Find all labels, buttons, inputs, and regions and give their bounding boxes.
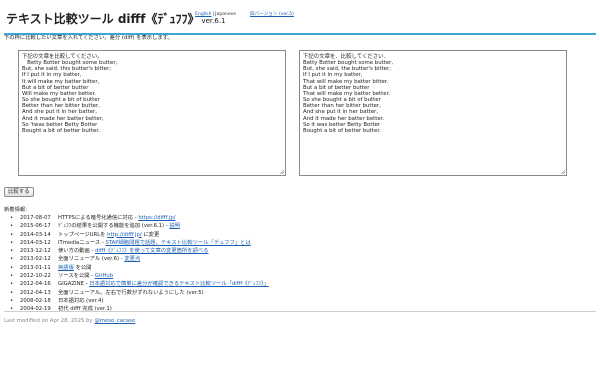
bullet-icon: •: [10, 273, 14, 280]
news-date: 2014-03-14: [20, 231, 51, 238]
news-date: 2013-12-12: [20, 248, 51, 255]
english-link[interactable]: English: [195, 12, 212, 17]
left-text-content: 下記の文章を比較してください。 Betty Botter bought some…: [22, 54, 118, 134]
news-text: GIGAZINE -: [58, 281, 90, 288]
bullet-icon: •: [10, 256, 14, 263]
news-link[interactable]: 英語版: [58, 265, 74, 271]
news-link[interactable]: difff《ﾃﾞｭﾌﾌ》を使って文章の変更箇所を調べる: [95, 248, 208, 254]
resize-grip-icon[interactable]: [280, 170, 284, 174]
bullet-icon: •: [10, 239, 14, 246]
news-text: ソースを公開 -: [58, 273, 95, 280]
news-link[interactable]: https://difff.jp/: [138, 215, 175, 221]
news-item: • 2008-02-18 日本語対応 (ver.4): [10, 297, 269, 305]
news-item: • 2012-04-16 GIGAZINE - 日本語対応で簡単に差分が確認できるテ…: [10, 280, 269, 288]
page-title: テキスト比較ツール difff《ﾃﾞｭﾌﾌ》 ver.6.1: [6, 10, 226, 27]
news-item: • 2012-10-22 ソースを公開 - GitHub: [10, 272, 269, 280]
news-after: に変更: [141, 231, 160, 238]
news-link[interactable]: 変更点: [124, 256, 140, 262]
news-text: 全面リニューアル (ver.6) -: [58, 256, 125, 263]
page-header: テキスト比較ツール difff《ﾃﾞｭﾌﾌ》 ver.6.1 English|Ja…: [4, 7, 596, 35]
news-item: • 2012-04-13 全面リニューアル。左右で行数がずれないようにした (ver…: [10, 289, 269, 297]
news-date: 2015-06-17: [20, 223, 51, 230]
news-link[interactable]: 説明: [169, 223, 180, 229]
news-item: • 2013-02-12 全面リニューアル (ver.6) - 変更点: [10, 255, 269, 263]
bullet-icon: •: [10, 223, 14, 230]
footer-text: Last modified on Apr 28, 2025 by: [4, 318, 93, 324]
news-text: HTTPSによる暗号化通信に対応 -: [58, 215, 139, 221]
left-text-area[interactable]: 下記の文章を比較してください。 Betty Botter bought some…: [18, 50, 286, 176]
author-link[interactable]: @meso_cacase: [95, 318, 136, 324]
news-after: を公開: [73, 264, 92, 271]
bullet-icon: •: [10, 281, 14, 288]
news-list: • 2017-08-07 HTTPSによる暗号化通信に対応 - https://di…: [10, 214, 269, 314]
footer-divider: [4, 311, 596, 312]
bullet-icon: •: [10, 248, 14, 255]
news-item: • 2013-01-11 英語版 を公開: [10, 264, 269, 272]
right-text-content: 下記の文章を．比較してください． Betty Botter bought som…: [303, 54, 394, 134]
news-item: • 2013-12-12 使い方の動画 - difff《ﾃﾞｭﾌﾌ》を使って文章の変…: [10, 247, 269, 255]
bullet-icon: •: [10, 264, 14, 271]
resize-grip-icon[interactable]: [561, 170, 565, 174]
bullet-icon: •: [10, 215, 14, 221]
news-text: 全面リニューアル。左右で行数がずれないようにした (ver.5): [58, 289, 204, 296]
bullet-icon: •: [10, 297, 14, 304]
news-heading: 新着情報：: [4, 207, 31, 213]
news-item: • 2004-02-19 初代 difff 完成 (ver.1): [10, 305, 269, 313]
news-date: 2017-08-07: [20, 215, 51, 221]
bullet-icon: •: [10, 306, 14, 313]
news-date: 2013-02-12: [20, 256, 51, 263]
language-switch: English|Japanese 旧バージョン (ver.5): [195, 11, 294, 17]
news-text: ITmediaニュース -: [58, 239, 106, 246]
instruction-text: 下の枠に比較したい文章を入れてください。差分 (diff) を表示します。: [4, 35, 173, 41]
news-item: • 2017-08-07 HTTPSによる暗号化通信に対応 - https://di…: [10, 214, 269, 222]
news-date: 2004-02-19: [20, 306, 51, 313]
news-date: 2008-02-18: [20, 297, 51, 304]
title-text: テキスト比較ツール difff《ﾃﾞｭﾌﾌ》: [6, 12, 200, 26]
old-version-link[interactable]: 旧バージョン (ver.5): [250, 12, 294, 17]
news-item: • 2014-03-14 トップページURLを http://difff.jp/ に…: [10, 231, 269, 239]
bullet-icon: •: [10, 231, 14, 238]
news-date: 2012-10-22: [20, 273, 51, 280]
news-item: • 2015-06-17 ﾃﾞｭﾌﾌの結果を公開する機能を追加 (ver.6.1) …: [10, 222, 269, 230]
news-date: 2012-04-16: [20, 281, 51, 288]
right-text-area[interactable]: 下記の文章を．比較してください． Betty Botter bought som…: [299, 50, 567, 176]
news-link[interactable]: GitHub: [95, 273, 113, 279]
news-link[interactable]: STAP細胞問題で話題、テキスト比較ツール「デュフフ」とは: [106, 240, 251, 246]
news-link[interactable]: 日本語対応で簡単に差分が確認できるテキスト比較ツール「difff《ﾃﾞｭﾌﾌ》」: [89, 281, 269, 287]
compare-button[interactable]: 比較する: [4, 187, 34, 197]
news-date: 2012-04-13: [20, 289, 51, 296]
news-text: 使い方の動画 -: [58, 248, 96, 255]
news-text: ﾃﾞｭﾌﾌの結果を公開する機能を追加 (ver.6.1) -: [58, 223, 170, 230]
lang-separator: |: [212, 12, 215, 17]
news-date: 2013-01-11: [20, 264, 51, 271]
news-text: 日本語対応 (ver.4): [58, 297, 104, 304]
bullet-icon: •: [10, 289, 14, 296]
news-text: トップページURLを: [58, 231, 108, 238]
version-label: ver.6.1: [201, 17, 226, 25]
news-link[interactable]: http://difff.jp/: [107, 232, 142, 238]
footer: Last modified on Apr 28, 2025 by @meso_ca…: [4, 318, 135, 324]
current-language: Japanese: [215, 12, 237, 17]
news-date: 2014-03-12: [20, 239, 51, 246]
news-item: • 2014-03-12 ITmediaニュース - STAP細胞問題で話題、テキス…: [10, 239, 269, 247]
